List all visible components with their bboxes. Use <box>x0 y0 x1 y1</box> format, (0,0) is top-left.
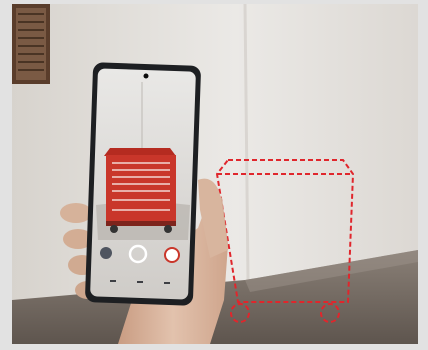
ar-photo <box>0 0 428 350</box>
wall-picture-frame <box>12 4 50 84</box>
ar-toolbox-preview <box>104 148 176 233</box>
ar-object-icon <box>164 247 180 263</box>
gallery-icon <box>100 247 112 259</box>
smartphone <box>85 62 201 306</box>
photo-frame <box>0 0 428 350</box>
